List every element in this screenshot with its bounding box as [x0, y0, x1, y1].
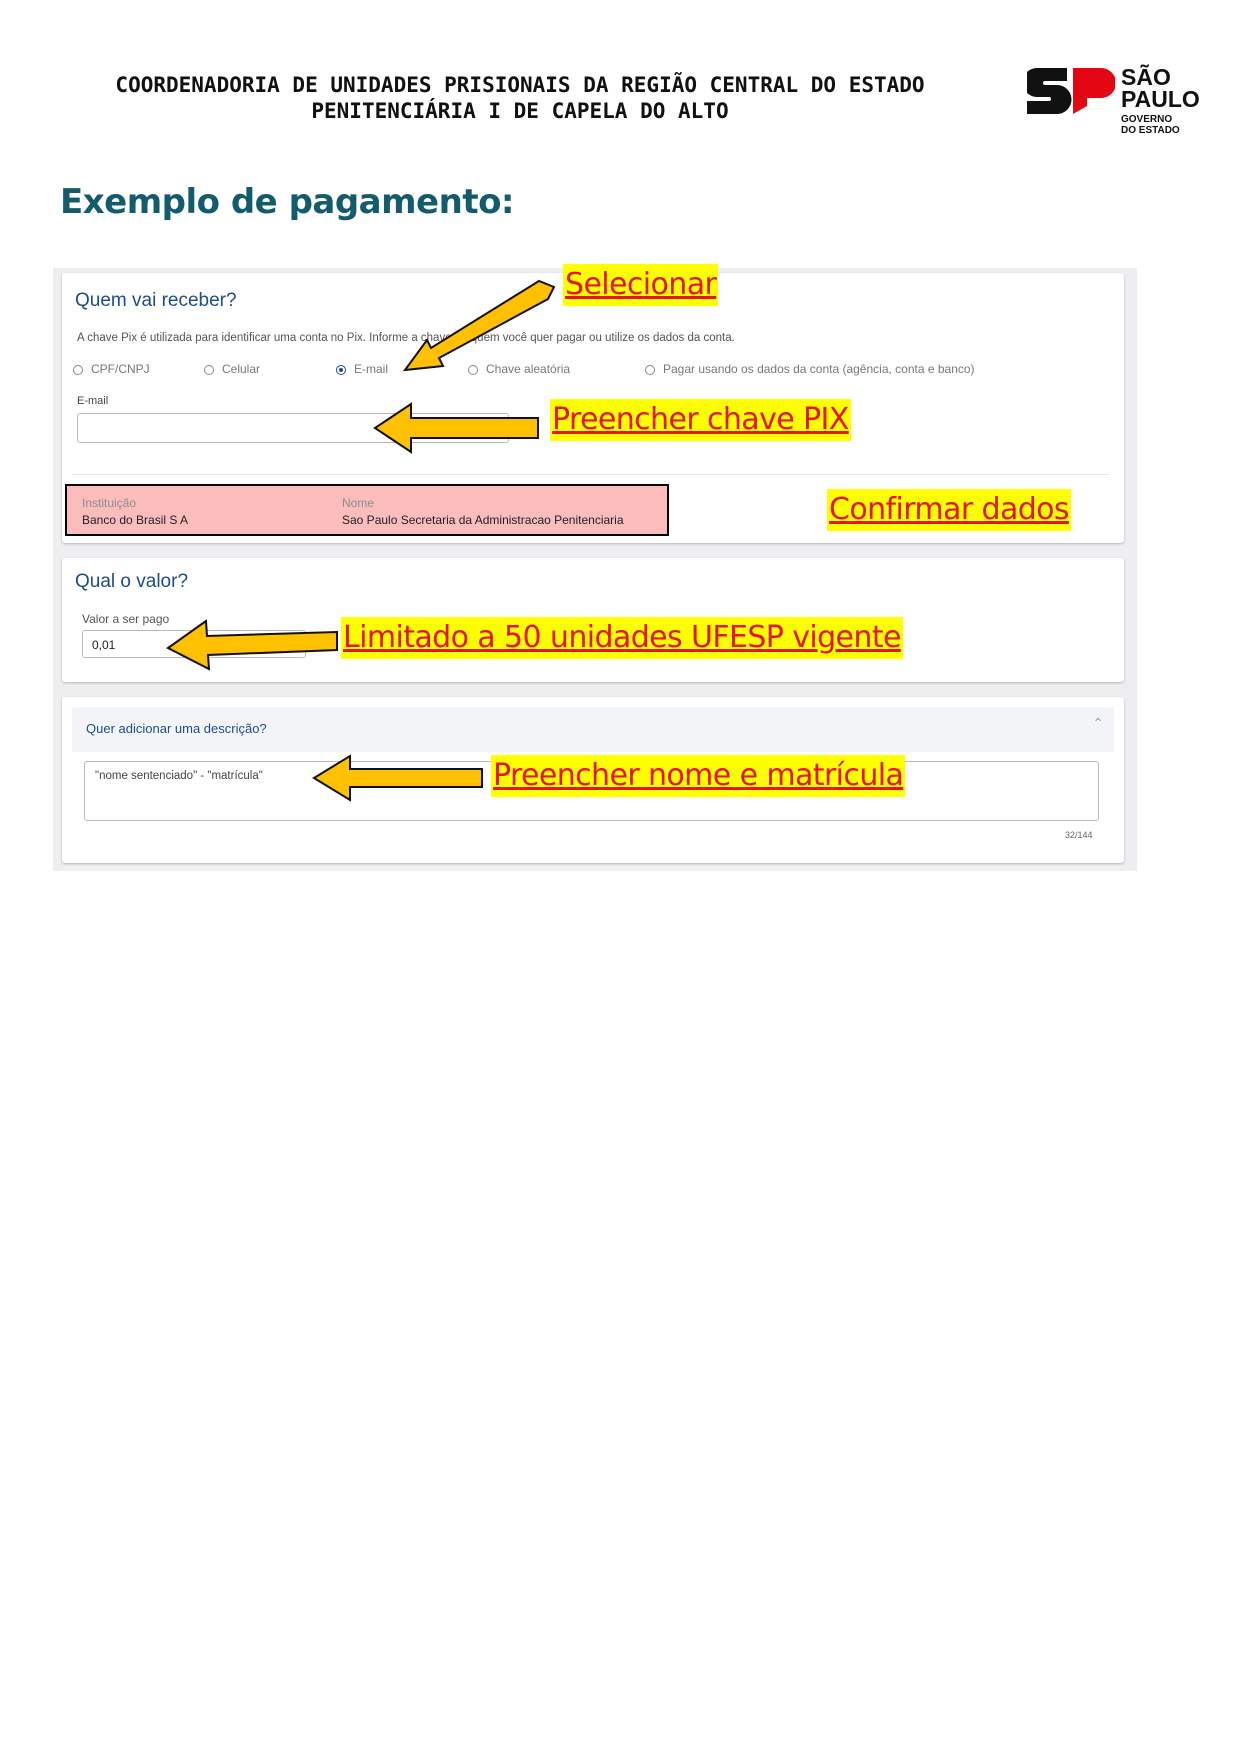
pix-info-text: A chave Pix é utilizada para identificar… [77, 332, 735, 344]
radio-selected-icon [336, 365, 346, 375]
amount-input[interactable]: 0,01 [82, 630, 306, 658]
institution-box: Instituição Banco do Brasil S A Nome Sao… [65, 484, 669, 536]
chevron-up-icon[interactable]: ⌃ [1092, 715, 1104, 732]
radio-dados-conta[interactable]: Pagar usando os dados da conta (agência,… [645, 362, 975, 376]
annotation-confirm: Confirmar dados [827, 489, 1071, 531]
radio-icon [468, 365, 478, 375]
page-title: Exemplo de pagamento: [60, 182, 515, 222]
section-divider [72, 474, 1109, 475]
logo-text-sao: SÃO [1121, 64, 1171, 90]
logo-text-paulo: PAULO [1121, 86, 1200, 112]
header-line-1: COORDENADORIA DE UNIDADES PRISIONAIS DA … [115, 73, 925, 97]
logo-text-do-estado: DO ESTADO [1121, 125, 1180, 136]
radio-icon [204, 365, 214, 375]
description-heading: Quer adicionar uma descrição? [86, 721, 267, 736]
radio-icon [645, 365, 655, 375]
header-line-2: PENITENCIÁRIA I DE CAPELA DO ALTO [311, 99, 729, 123]
institution-label: Instituição [82, 496, 137, 510]
email-input[interactable] [77, 413, 509, 443]
radio-celular[interactable]: Celular [204, 362, 260, 376]
radio-chave-aleatoria[interactable]: Chave aleatória [468, 362, 570, 376]
receiver-heading: Quem vai receber? [75, 290, 237, 311]
annotation-fill-name: Preencher nome e matrícula [491, 755, 906, 797]
radio-email[interactable]: E-mail [336, 362, 388, 376]
institution-value: Banco do Brasil S A [82, 513, 189, 527]
amount-heading: Qual o valor? [75, 571, 189, 592]
logo-text-governo: GOVERNO [1121, 114, 1173, 125]
description-header[interactable]: Quer adicionar uma descrição? ⌃ [72, 707, 1114, 752]
sao-paulo-logo: SÃO PAULO GOVERNO DO ESTADO [1027, 66, 1207, 140]
sp-logo-icon [1027, 68, 1115, 114]
email-label: E-mail [77, 395, 109, 407]
radio-cpf-cnpj[interactable]: CPF/CNPJ [73, 362, 150, 376]
name-label: Nome [342, 496, 375, 510]
amount-label: Valor a ser pago [82, 612, 170, 626]
name-value: Sao Paulo Secretaria da Administracao Pe… [342, 513, 624, 527]
annotation-fill-pix: Preencher chave PIX [550, 399, 851, 441]
char-counter: 32/144 [1065, 830, 1093, 840]
radio-icon [73, 365, 83, 375]
annotation-select: Selecionar [563, 264, 719, 306]
annotation-limit: Limitado a 50 unidades UFESP vigente [341, 617, 903, 659]
document-header: COORDENADORIA DE UNIDADES PRISIONAIS DA … [40, 72, 1000, 124]
